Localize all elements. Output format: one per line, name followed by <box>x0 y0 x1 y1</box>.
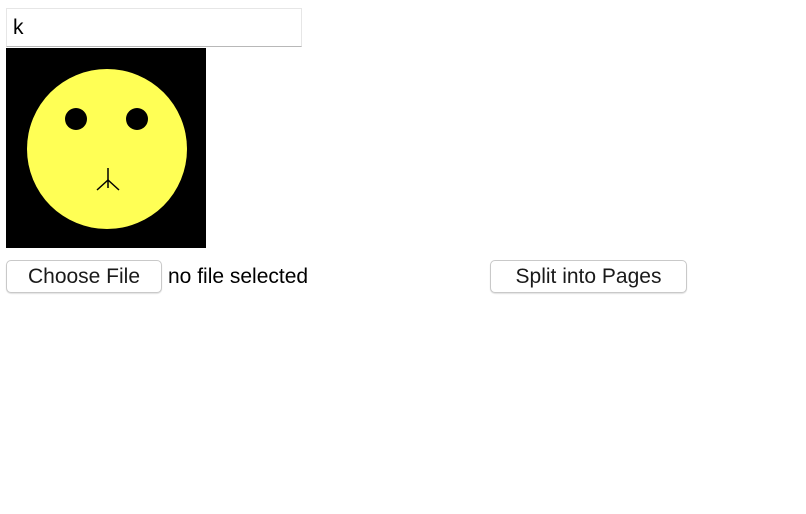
page: Choose File no file selected Split into … <box>0 0 806 514</box>
right-eye <box>126 108 148 130</box>
left-eye <box>65 108 87 130</box>
text-input[interactable] <box>6 8 302 47</box>
split-into-pages-button[interactable]: Split into Pages <box>490 260 687 293</box>
smiley-image <box>6 48 206 248</box>
face-circle <box>27 69 187 229</box>
file-status-text: no file selected <box>168 265 309 288</box>
smiley-face-icon <box>6 48 206 248</box>
choose-file-button[interactable]: Choose File <box>6 260 162 293</box>
